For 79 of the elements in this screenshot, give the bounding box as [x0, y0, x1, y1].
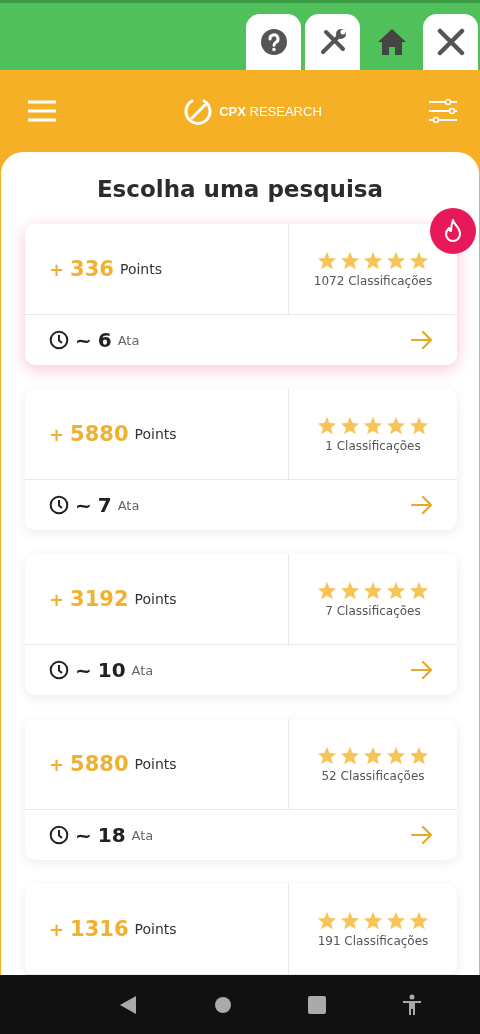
toolbar-tab[interactable] [423, 14, 478, 70]
minutes-value: 6 [97, 328, 112, 352]
star-icon [340, 910, 360, 930]
toolbar-tab[interactable] [305, 14, 360, 70]
points-label: Points [134, 756, 177, 772]
points-value: 5880 [70, 422, 129, 446]
minutes-value: 7 [97, 493, 112, 517]
clock-icon [49, 495, 69, 515]
tilde-sign: ~ [75, 823, 92, 847]
minutes-label: Ata [131, 827, 154, 843]
star-icon [363, 580, 383, 600]
survey-card[interactable]: + 336 Points 1072 Classificações ~ 6 Ata [25, 224, 457, 365]
help-icon [258, 27, 289, 57]
star-icon [363, 250, 383, 270]
star-icon [363, 910, 383, 930]
star-icon [386, 250, 406, 270]
star-icon [363, 745, 383, 765]
points-value: 3192 [70, 587, 129, 611]
plus-sign: + [49, 423, 65, 445]
plus-sign: + [49, 588, 65, 610]
clock-icon [49, 825, 69, 845]
star-icon [386, 910, 406, 930]
points-value: 336 [70, 257, 114, 281]
survey-card[interactable]: + 1316 Points 191 Classificações [25, 884, 457, 975]
home-circle-icon[interactable] [214, 995, 232, 1014]
clock-icon [49, 330, 69, 350]
star-icon [340, 580, 360, 600]
ratings-count: 1 Classificações [325, 438, 421, 453]
minutes-value: 10 [97, 658, 126, 682]
minutes-label: Ata [117, 497, 140, 513]
points-label: Points [134, 921, 177, 937]
points-label: Points [119, 261, 162, 277]
recents-icon[interactable] [308, 995, 326, 1014]
logo-text: CPX RESEARCH [219, 103, 322, 119]
ratings-count: 7 Classificações [325, 603, 421, 618]
clock-icon [49, 660, 69, 680]
points-value: 5880 [70, 752, 129, 776]
survey-card[interactable]: + 5880 Points 52 Classificações ~ 18 Ata [25, 719, 457, 860]
accessibility-icon[interactable] [402, 993, 422, 1016]
toolbar-tab[interactable] [246, 14, 301, 70]
survey-card[interactable]: + 3192 Points 7 Classificações ~ 10 Ata [25, 554, 457, 695]
tilde-sign: ~ [75, 328, 92, 352]
star-icon [409, 580, 429, 600]
star-icon [317, 415, 337, 435]
star-icon [317, 745, 337, 765]
back-icon[interactable] [118, 994, 138, 1015]
star-icon [340, 250, 360, 270]
ratings-count: 191 Classificações [317, 933, 429, 948]
tilde-sign: ~ [75, 658, 92, 682]
plus-sign: + [49, 258, 65, 280]
home-icon [376, 28, 407, 56]
fire-badge-icon [430, 208, 476, 254]
plus-sign: + [49, 753, 65, 775]
points-value: 1316 [70, 917, 129, 941]
close-icon [436, 28, 465, 56]
star-icon [340, 415, 360, 435]
star-icon [386, 415, 406, 435]
minutes-value: 18 [97, 823, 126, 847]
star-icon [409, 745, 429, 765]
star-icon [409, 250, 429, 270]
star-icon [340, 745, 360, 765]
survey-card[interactable]: + 5880 Points 1 Classificações ~ 7 Ata [25, 389, 457, 530]
minutes-label: Ata [117, 332, 140, 348]
star-icon [409, 910, 429, 930]
minutes-label: Ata [131, 662, 154, 678]
star-icon [317, 910, 337, 930]
star-icon [363, 415, 383, 435]
points-label: Points [134, 426, 177, 442]
star-icon [386, 580, 406, 600]
ratings-count: 52 Classificações [321, 768, 425, 783]
star-icon [386, 745, 406, 765]
star-icon [317, 580, 337, 600]
star-icon [317, 250, 337, 270]
plus-sign: + [49, 918, 65, 940]
ratings-count: 1072 Classificações [313, 273, 433, 288]
star-icon [409, 415, 429, 435]
tilde-sign: ~ [75, 493, 92, 517]
page-title: Escolha uma pesquisa [95, 176, 385, 202]
points-label: Points [134, 591, 177, 607]
